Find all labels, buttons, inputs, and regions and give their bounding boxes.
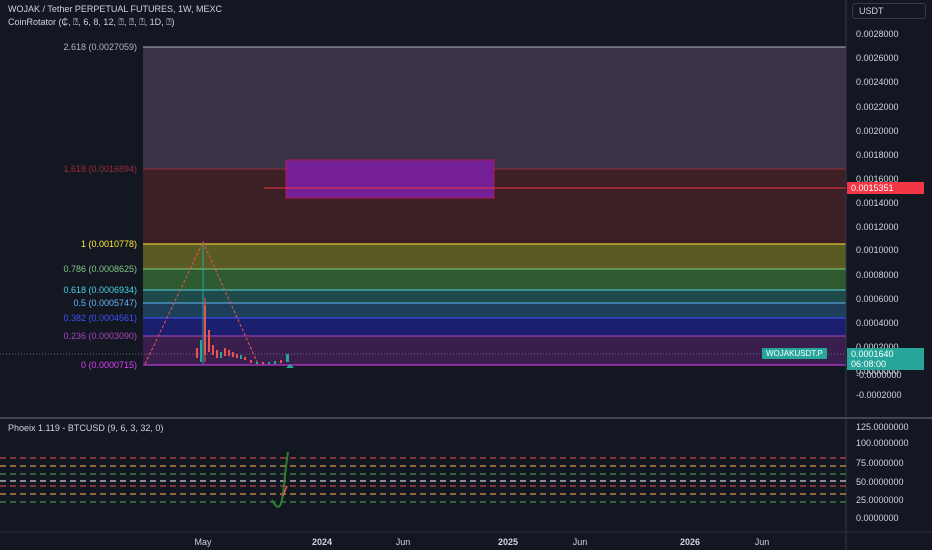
time-label: Jun <box>396 537 411 547</box>
price-axis-label: 0.0004000 <box>856 318 899 328</box>
fib-zone-382 <box>143 318 846 336</box>
oscillator-axis-label: 50.0000000 <box>856 477 904 487</box>
price-axis-label: 0.0022000 <box>856 102 899 112</box>
fib-label-618: 0.618 (0.0006934) <box>63 285 137 295</box>
price-tag-red: 0.0015351 <box>847 182 924 194</box>
time-axis[interactable]: May 2024 Jun 2025 Jun 2026 Jun <box>194 537 769 547</box>
fib-zone-618 <box>143 290 846 303</box>
fib-label-382: 0.382 (0.0004561) <box>63 313 137 323</box>
time-label: May <box>194 537 212 547</box>
price-axis-label: 0.0018000 <box>856 150 899 160</box>
fib-zone-786 <box>143 269 846 290</box>
last-price-value: 0.0001640 <box>851 349 894 359</box>
oscillator-axis-label: 25.0000000 <box>856 495 904 505</box>
indicator-legend[interactable]: CoinRotator (₵, ⍰, 6, 8, 12, ⍰, ⍰, ⍰, 1D… <box>8 17 175 28</box>
last-price-tag: 0.0001640 06:08:00 <box>847 348 924 370</box>
price-axis-label: -0.0002000 <box>856 390 902 400</box>
target-box[interactable] <box>285 159 495 199</box>
price-axis-label: 0.0010000 <box>856 245 899 255</box>
price-axis-label: 0.0024000 <box>856 77 899 87</box>
time-label: Jun <box>573 537 588 547</box>
currency-button[interactable]: USDT <box>852 3 926 19</box>
fib-label-1618: 1.618 (0.0016894) <box>63 164 137 174</box>
fib-label-5: 0.5 (0.0005747) <box>73 298 137 308</box>
time-label: 2025 <box>498 537 518 547</box>
countdown-value: 06:08:00 <box>851 359 887 369</box>
oscillator-axis-label: 75.0000000 <box>856 458 904 468</box>
fib-zone-5 <box>143 303 846 318</box>
price-axis-label: 0.0008000 <box>856 270 899 280</box>
price-axis-label: 0.0028000 <box>856 29 899 39</box>
lower-indicator-legend[interactable]: Phoeix 1.119 - BTCUSD (9, 6, 3, 32, 0) <box>8 423 163 433</box>
oscillator-axis-label: 125.0000000 <box>856 422 909 432</box>
fib-zone-2618 <box>143 47 846 169</box>
oscillator-axis-label: 100.0000000 <box>856 438 909 448</box>
symbol-tag: WOJAKUSDT.P <box>762 348 827 359</box>
price-axis-label: 0.0012000 <box>856 222 899 232</box>
fib-label-1: 1 (0.0010778) <box>81 239 137 249</box>
time-label: 2024 <box>312 537 332 547</box>
oscillator-levels <box>0 457 846 503</box>
price-axis-label: 0.0014000 <box>856 198 899 208</box>
price-axis-label: 0.0006000 <box>856 294 899 304</box>
price-axis-label: 0.0026000 <box>856 53 899 63</box>
fib-zone-236 <box>143 336 846 365</box>
price-axis-label: 0.0020000 <box>856 126 899 136</box>
fib-zone-1 <box>143 244 846 269</box>
fib-label-786: 0.786 (0.0008625) <box>63 264 137 274</box>
fib-label-0: 0 (0.0000715) <box>81 360 137 370</box>
time-label: Jun <box>755 537 770 547</box>
fib-label-2618: 2.618 (0.0027059) <box>63 42 137 52</box>
chart-title[interactable]: WOJAK / Tether PERPETUAL FUTURES, 1W, ME… <box>8 4 222 14</box>
time-label: 2026 <box>680 537 700 547</box>
oscillator-curve <box>271 451 289 508</box>
oscillator-axis-label: 0.0000000 <box>856 513 899 523</box>
chart-canvas[interactable]: 2.618 (0.0027059) 1.618 (0.0016894) 1 (0… <box>0 0 932 550</box>
price-axis-label: -0.0000000 <box>856 370 902 380</box>
fib-label-236: 0.236 (0.0003090) <box>63 331 137 341</box>
